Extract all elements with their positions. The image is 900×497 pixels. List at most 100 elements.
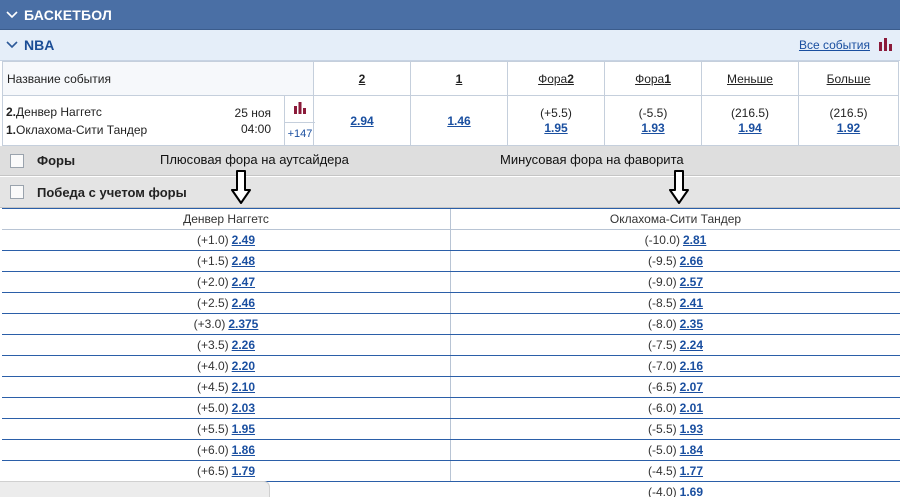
bottom-scroll-bar[interactable] [0,481,270,497]
handicap-odd[interactable]: 1.84 [680,443,703,457]
handicap-value: (+6.0) [196,443,229,457]
handicap-value: (+3.5) [196,338,229,352]
handicap-value: (+2.5) [196,296,229,310]
more-total: (216.5) [829,106,868,120]
group-fory-checkbox[interactable] [10,153,24,168]
handicap-odd[interactable]: 2.26 [232,338,255,352]
handicap-team-left: Денвер Наггетс [2,209,451,229]
odd-1[interactable]: 1.46 [447,114,470,128]
handicap-odd[interactable]: 2.49 [232,233,255,247]
team-1[interactable]: 2.Денвер Наггетс [6,105,102,119]
handicap-odd[interactable]: 1.95 [232,422,255,436]
handicap-odd[interactable]: 2.24 [680,338,703,352]
odd-2[interactable]: 2.94 [350,114,373,128]
handicap-cell-right: (-5.0) 1.84 [451,440,900,460]
table-row: (+2.5) 2.46 (-8.5) 2.41 [2,293,900,314]
sport-title: БАСКЕТБОЛ [24,6,113,23]
handicap-value: (+2.0) [196,275,229,289]
fora1-odd[interactable]: 1.93 [641,121,664,135]
handicap-cell-left: (+2.5) 2.46 [2,293,451,313]
handicap-value: (+1.5) [196,254,229,268]
note-right: Минусовая фора на фаворита [500,152,684,167]
handicap-cell-right: (-9.5) 2.66 [451,251,900,271]
handicap-odd[interactable]: 1.77 [680,464,703,478]
handicap-cell-right: (-4.5) 1.77 [451,461,900,481]
header-col-1[interactable]: 1 [410,61,508,96]
handicap-odd[interactable]: 2.35 [680,317,703,331]
handicap-value: (-7.5) [647,338,677,352]
header-fora1[interactable]: Фора1 [604,61,702,96]
table-row: (+5.5) 1.95 (-5.5) 1.93 [2,419,900,440]
event-extras: +147 [284,95,315,146]
handicap-odd[interactable]: 2.16 [680,359,703,373]
handicap-odd[interactable]: 2.10 [232,380,255,394]
handicap-cell-right: (-9.0) 2.57 [451,272,900,292]
handicap-cell-left: (+3.5) 2.26 [2,335,451,355]
handicap-value: (-8.5) [647,296,677,310]
handicap-value: (-5.0) [647,443,677,457]
handicap-value: (-6.5) [647,380,677,394]
handicap-odd[interactable]: 2.07 [680,380,703,394]
handicap-odd[interactable]: 2.03 [232,401,255,415]
header-fora2[interactable]: Фора2 [507,61,605,96]
handicap-odd[interactable]: 1.79 [232,464,255,478]
handicap-odd[interactable]: 2.66 [680,254,703,268]
handicap-cell-left: (+4.5) 2.10 [2,377,451,397]
sport-header[interactable]: БАСКЕТБОЛ [0,0,900,30]
group-win-handicap-checkbox[interactable] [10,185,24,199]
handicap-value: (+1.0) [196,233,229,247]
handicap-cell-right: (-6.5) 2.07 [451,377,900,397]
header-more[interactable]: Больше [798,61,899,96]
bar-chart-icon[interactable] [878,37,894,51]
handicap-odd[interactable]: 2.375 [228,317,258,331]
handicap-cell-left: (+6.0) 1.86 [2,440,451,460]
bar-chart-icon[interactable] [293,101,307,114]
chevron-down-icon[interactable] [0,30,24,61]
table-row: (+3.5) 2.26 (-7.5) 2.24 [2,335,900,356]
handicap-value: (-7.0) [647,359,677,373]
more-bets-link[interactable]: +147 [285,121,315,144]
handicap-value: (-9.5) [647,254,677,268]
handicap-value: (+5.0) [196,401,229,415]
handicap-value: (-10.0) [644,233,680,247]
chevron-down-icon[interactable] [0,0,24,30]
handicap-odd[interactable]: 1.93 [680,422,703,436]
events-table: Название события 2 1 Фора2 Фора1 Меньше … [2,61,899,146]
group-fory-title: Форы [37,153,76,168]
event-date: 25 ноя [234,105,271,120]
handicap-cell-right: (-8.5) 2.41 [451,293,900,313]
handicap-odd[interactable]: 2.01 [680,401,703,415]
group-win-handicap[interactable]: Победа с учетом форы [0,177,900,208]
table-row: (+1.5) 2.48 (-9.5) 2.66 [2,251,900,272]
handicap-odd[interactable]: 2.48 [232,254,255,268]
arrow-down-icon [231,170,251,204]
handicap-odd[interactable]: 1.86 [232,443,255,457]
less-odd[interactable]: 1.94 [738,121,761,135]
handicap-value: (+5.5) [196,422,229,436]
group-win-handicap-title: Победа с учетом форы [37,184,187,200]
handicap-odd[interactable]: 2.47 [232,275,255,289]
all-events-link[interactable]: Все события [799,38,870,52]
handicap-odd[interactable]: 2.20 [232,359,255,373]
handicap-odd[interactable]: 2.46 [232,296,255,310]
fora1-handicap: (-5.5) [638,106,668,120]
handicap-value: (-8.0) [647,317,677,331]
note-left: Плюсовая фора на аутсайдера [160,152,349,167]
league-header[interactable]: NBA Все события [0,30,900,61]
table-row: (+1.0) 2.49 (-10.0) 2.81 [2,230,900,251]
handicap-odd[interactable]: 2.41 [680,296,703,310]
handicap-value: (+3.0) [193,317,226,331]
group-fory[interactable]: Форы Плюсовая фора на аутсайдера Минусов… [0,146,900,176]
handicap-odd[interactable]: 2.57 [680,275,703,289]
handicap-value: (-6.0) [647,401,677,415]
header-less[interactable]: Меньше [701,61,799,96]
handicap-value: (+4.0) [196,359,229,373]
handicap-odd[interactable]: 2.81 [683,233,706,247]
team-2[interactable]: 1.Оклахома-Сити Тандер [6,123,147,137]
handicap-odd[interactable]: 1.69 [680,485,703,497]
table-row: (+5.0) 2.03 (-6.0) 2.01 [2,398,900,419]
table-row: (+2.0) 2.47 (-9.0) 2.57 [2,272,900,293]
header-col-2[interactable]: 2 [313,61,411,96]
more-odd[interactable]: 1.92 [837,121,860,135]
fora2-odd[interactable]: 1.95 [544,121,567,135]
